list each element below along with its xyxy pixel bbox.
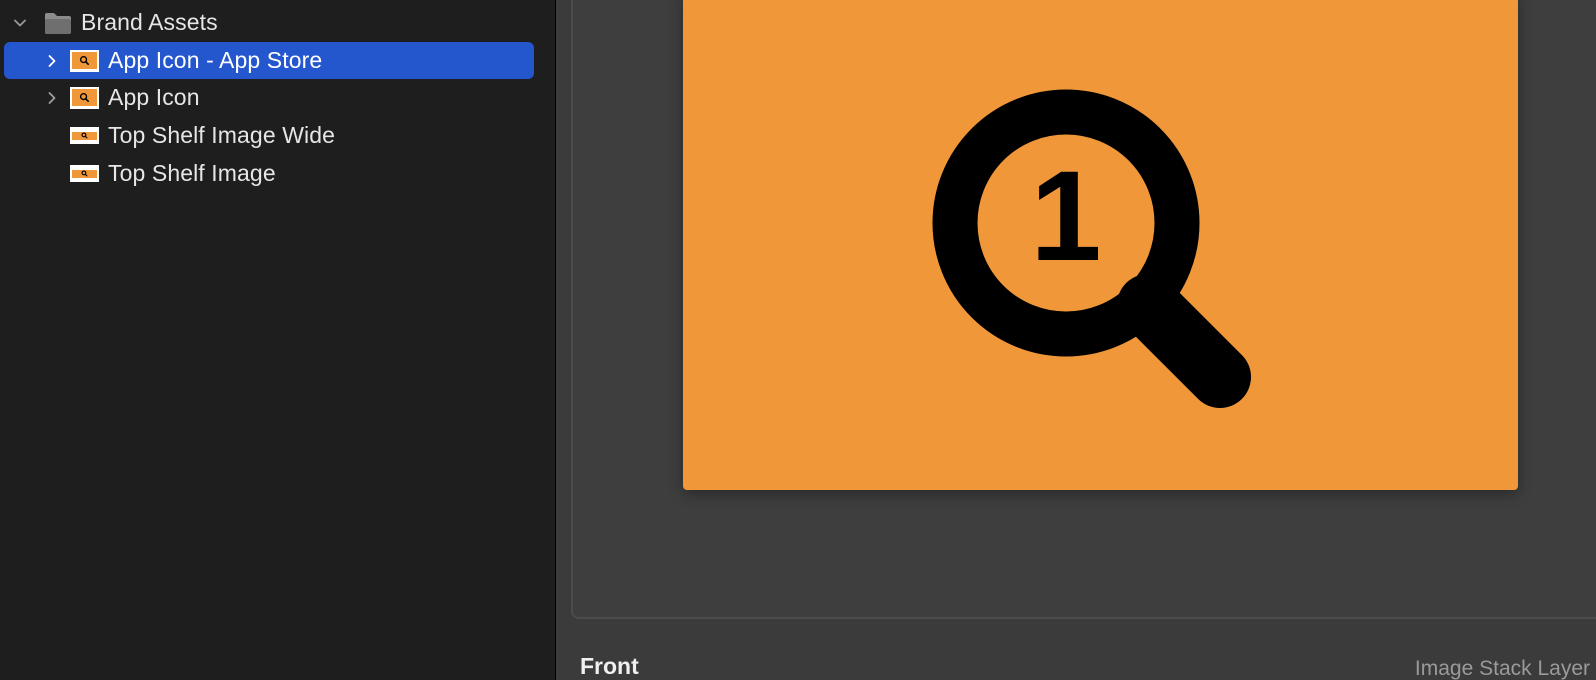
asset-editor: 1 Front Image Stack Layer [556,0,1596,680]
asset-label: Top Shelf Image [108,160,276,186]
asset-row-app-icon[interactable]: App Icon [4,79,534,116]
chevron-right-icon[interactable] [42,88,62,108]
asset-catalog-window: Brand Assets App Icon - App Store App Ic… [0,0,1596,680]
app-icon-thumbnail [70,49,99,72]
top-shelf-thumbnail [70,165,99,182]
chevron-right-icon[interactable] [42,51,62,71]
asset-label: Top Shelf Image Wide [108,122,336,148]
image-well[interactable]: 1 [571,0,1596,619]
asset-sidebar: Brand Assets App Icon - App Store App Ic… [0,0,555,680]
layer-kind: Image Stack Layer [1414,657,1590,680]
top-shelf-wide-thumbnail [70,127,99,144]
chevron-down-icon[interactable] [10,13,30,33]
magnifying-glass-number-icon: 1 [932,89,1251,408]
asset-label: App Icon [108,84,200,110]
group-label: Brand Assets [81,9,218,35]
glyph-number: 1 [1030,145,1101,288]
asset-row-app-icon-app-store[interactable]: App Icon - App Store [4,42,534,79]
artwork-preview: 1 [683,0,1518,490]
folder-icon [45,12,71,34]
app-icon-thumbnail [70,86,99,109]
asset-row-top-shelf-image[interactable]: Top Shelf Image [4,155,534,192]
asset-label: App Icon - App Store [108,47,323,73]
layer-title: Front [580,653,639,679]
asset-row-top-shelf-image-wide[interactable]: Top Shelf Image Wide [4,117,534,154]
group-row-brand-assets[interactable]: Brand Assets [4,4,534,41]
